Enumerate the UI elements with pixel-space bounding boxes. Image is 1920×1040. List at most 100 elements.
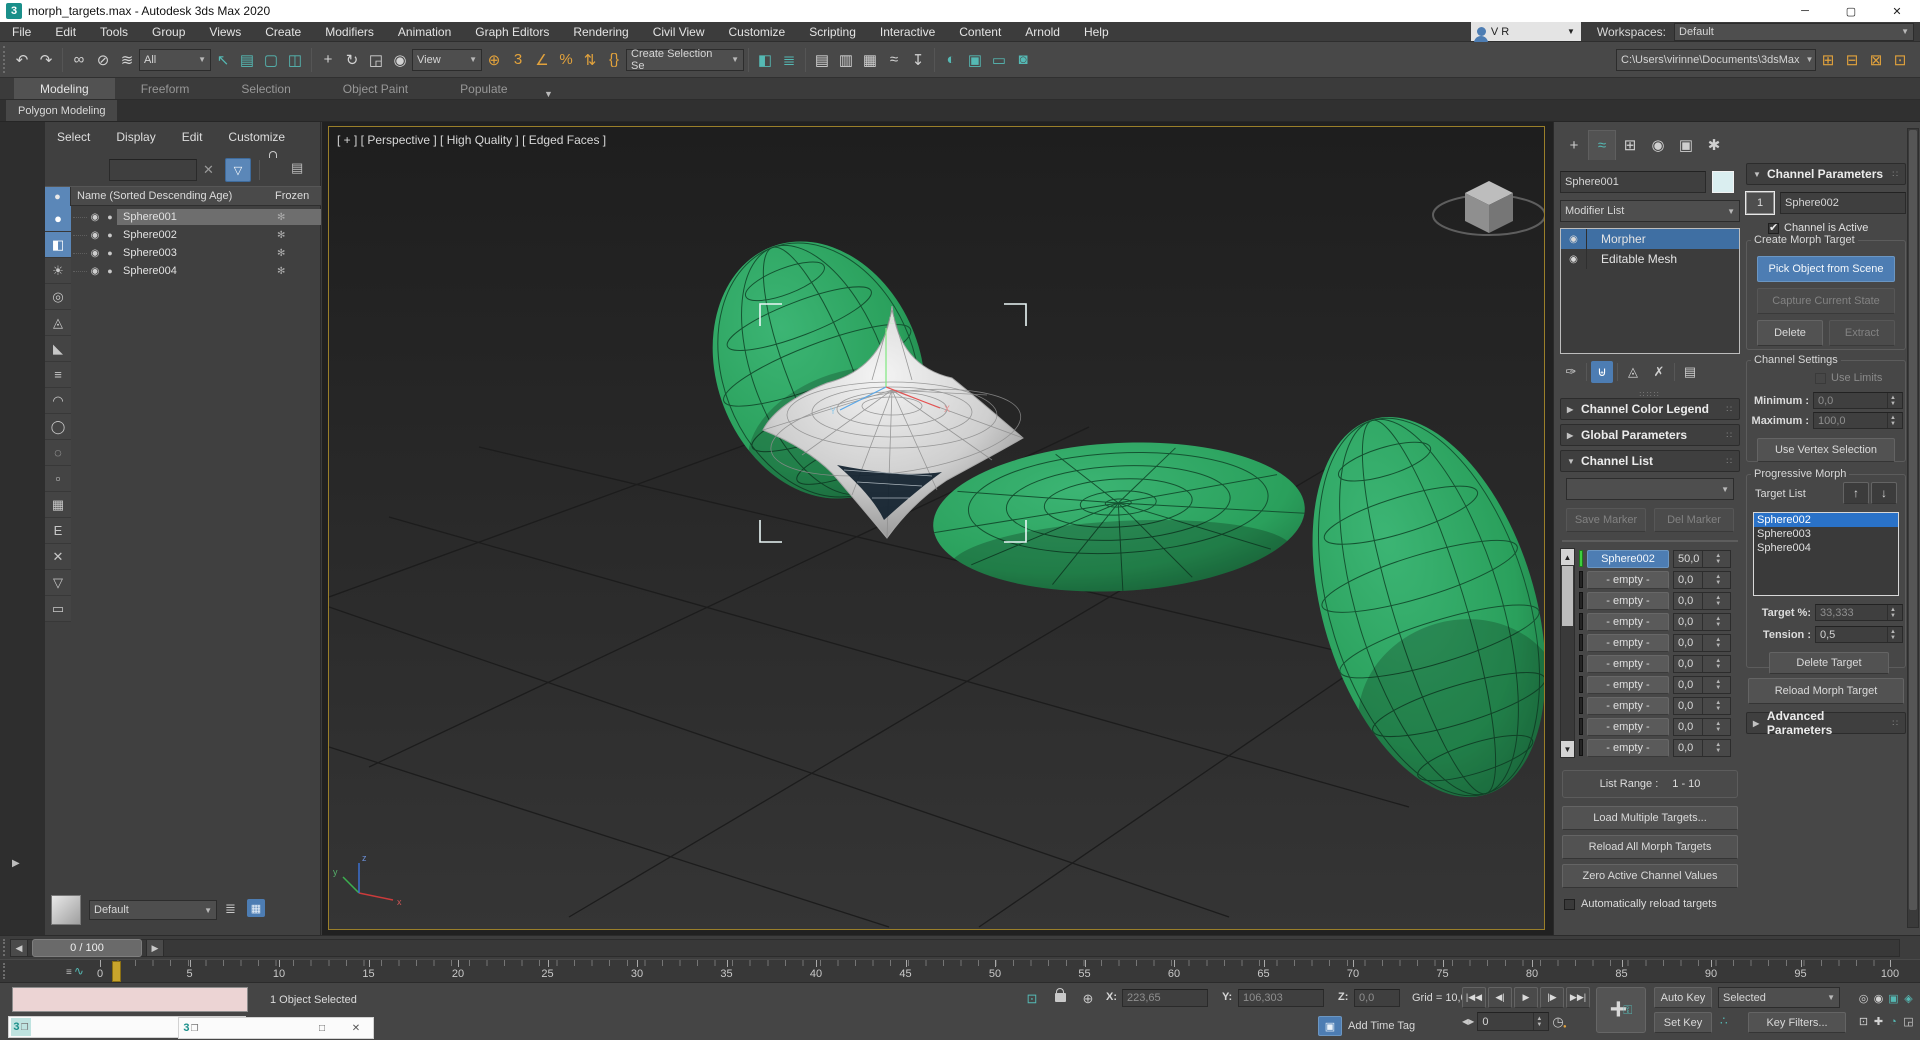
toggle-layer-explorer-icon[interactable]: ▥ [834,48,858,72]
load-multiple-targets-button[interactable]: Load Multiple Targets... [1562,806,1738,830]
toggle-ribbon-icon[interactable]: ▦ [858,48,882,72]
angle-snap-icon[interactable]: ∠ [530,48,554,72]
name-column-header[interactable]: Name (Sorted Descending Age) [77,190,232,202]
add-time-tag[interactable]: ▣ Add Time Tag [1318,1016,1415,1036]
rendered-frame-window-icon[interactable]: ▭ [987,48,1011,72]
current-frame-field[interactable]: 0 ▲▼ [1477,1012,1549,1031]
display-grid-icon[interactable]: ▦ [45,492,71,518]
open-mini-curve-editor-icon[interactable]: ∿ [66,964,84,978]
menu-item[interactable]: File [0,25,43,39]
account-dropdown[interactable]: V R ▼ [1471,22,1581,41]
timeline-playhead[interactable] [112,961,121,982]
viewport-canvas[interactable]: Z X Y [329,127,1545,930]
hierarchy-tab-icon[interactable]: ⊞ [1616,130,1644,160]
menu-item[interactable]: Arnold [1013,25,1072,39]
select-and-link-icon[interactable]: ∞ [67,48,91,72]
menu-item[interactable]: Scripting [797,25,868,39]
zoom-icon[interactable]: ◎ [1856,987,1871,1010]
toggle-scene-explorer-icon[interactable]: ▤ [810,48,834,72]
project-folder-icon[interactable]: ⊞ [1816,48,1840,72]
use-pivot-center-icon[interactable]: ⊕ [482,48,506,72]
motion-tab-icon[interactable]: ◉ [1644,130,1672,160]
display-geometry-icon[interactable]: ◧ [45,232,71,258]
explorer-preset-dropdown[interactable]: Default ▼ [89,900,217,920]
select-object-icon[interactable]: ↖ [211,48,235,72]
rollout-global-parameters[interactable]: ▶Global Parameters∷ [1560,424,1740,446]
play-icon[interactable]: ▶ [1514,987,1538,1008]
save-marker-button[interactable]: Save Marker [1566,508,1646,532]
menu-item[interactable]: Views [197,25,253,39]
orbit-icon[interactable]: ◔ [1886,1010,1901,1033]
minimize-button[interactable]: ─ [1782,0,1828,22]
eye-icon[interactable]: ◉ [1561,249,1587,269]
explorer-search-input[interactable] [109,159,197,181]
project-path-dropdown[interactable]: C:\Users\virinne\Documents\3dsMax ▼ [1616,49,1816,71]
move-target-down-icon[interactable]: ↓ [1871,482,1897,504]
menu-item[interactable]: Customize [717,25,798,39]
menu-item[interactable]: Animation [386,25,463,39]
channel-name-field[interactable]: Sphere002 [1780,192,1906,214]
track-bar[interactable]: ∿ 05101520253035404550556065707580859095… [0,959,1920,982]
target-pct-spinner[interactable]: 33,333 ▲▼ [1815,604,1903,621]
channel-value-spinner[interactable]: 0,0 ▲▼ [1673,655,1731,673]
viewport-label[interactable]: [ + ] [ Perspective ] [ High Quality ] [… [337,133,606,147]
modify-tab-icon[interactable]: ≈ [1588,130,1616,160]
key-filters-button[interactable]: Key Filters... [1748,1012,1846,1033]
menu-item[interactable]: Rendering [561,25,640,39]
bind-to-space-warp-icon[interactable]: ≋ [115,48,139,72]
time-configuration-icon[interactable]: ◷ [1552,1014,1563,1030]
display-text-icon[interactable]: E [45,518,71,544]
selection-filter-icon[interactable]: ▽ [225,158,251,182]
eye-icon[interactable]: ◉ [87,212,103,223]
x-coordinate-field[interactable]: 223,65 [1122,989,1208,1007]
choose-columns-icon[interactable]: ▤ [291,160,303,176]
maxscript-mini-listener[interactable] [12,987,248,1012]
eye-icon[interactable]: ◉ [87,266,103,277]
schematic-view-icon[interactable]: ↧ [906,48,930,72]
time-slider-handle[interactable]: 0 / 100 [32,939,142,957]
command-panel-scrollbar[interactable] [1907,128,1919,928]
eye-icon[interactable]: ◉ [87,230,103,241]
display-folder-icon[interactable]: ▭ [45,596,71,622]
channel-index-field[interactable]: 1 [1746,192,1774,214]
zoom-all-icon[interactable]: ◉ [1871,987,1886,1010]
menu-item[interactable]: Interactive [868,25,947,39]
del-marker-button[interactable]: Del Marker [1654,508,1734,532]
select-and-rotate-icon[interactable]: ↻ [340,48,364,72]
display-tab-icon[interactable]: ▣ [1672,130,1700,160]
display-search-icon[interactable]: ◌ [45,440,71,466]
object-dot-icon[interactable]: ● [103,266,117,276]
display-cut-icon[interactable]: ✕ [45,544,71,570]
select-and-move-icon[interactable]: + [316,48,340,72]
previous-key-icon[interactable]: ◀| [1488,987,1512,1008]
minimum-spinner[interactable]: 0,0 ▲▼ [1813,392,1903,409]
menu-item[interactable]: Group [140,25,197,39]
render-setup-icon[interactable]: ▣ [963,48,987,72]
display-helpers-icon[interactable]: ◬ [45,310,71,336]
close-icon[interactable]: ✕ [339,1023,373,1034]
move-target-up-icon[interactable]: ↑ [1843,482,1869,504]
display-lights-icon[interactable]: ☀ [45,258,71,284]
tension-spinner[interactable]: 0,5 ▲▼ [1815,626,1903,643]
channel-value-spinner[interactable]: 0,0 ▲▼ [1673,613,1731,631]
window-crossing-icon[interactable]: ◫ [283,48,307,72]
channel-button[interactable]: - empty - [1587,655,1669,673]
morph-sphere-d[interactable] [1270,389,1545,832]
modifier-list-dropdown[interactable]: Modifier List ▼ [1560,200,1740,222]
rollout-channel-list[interactable]: ▼Channel List∷ [1560,450,1740,472]
menu-item[interactable]: Graph Editors [463,25,561,39]
channel-is-active-checkbox[interactable] [1768,223,1779,234]
channel-value-spinner[interactable]: 0,0 ▲▼ [1673,697,1731,715]
frozen-icon[interactable]: ✻ [277,212,285,223]
ribbon-tab[interactable]: Selection [215,78,316,99]
object-color-swatch[interactable] [1712,171,1734,193]
view-cube[interactable] [1433,181,1545,235]
go-to-start-icon[interactable]: |◀◀ [1462,987,1486,1008]
pick-object-from-scene-button[interactable]: Pick Object from Scene [1757,256,1895,282]
spinner-snap-icon[interactable]: ⇅ [578,48,602,72]
named-selection-set-dropdown[interactable]: Create Selection Se ▼ [626,49,744,71]
eye-icon[interactable]: ◉ [1561,229,1587,249]
channel-value-spinner[interactable]: 0,0 ▲▼ [1673,634,1731,652]
zoom-extents-all-icon[interactable]: ◈ [1901,987,1916,1010]
selection-column-header[interactable]: ● [45,187,71,207]
